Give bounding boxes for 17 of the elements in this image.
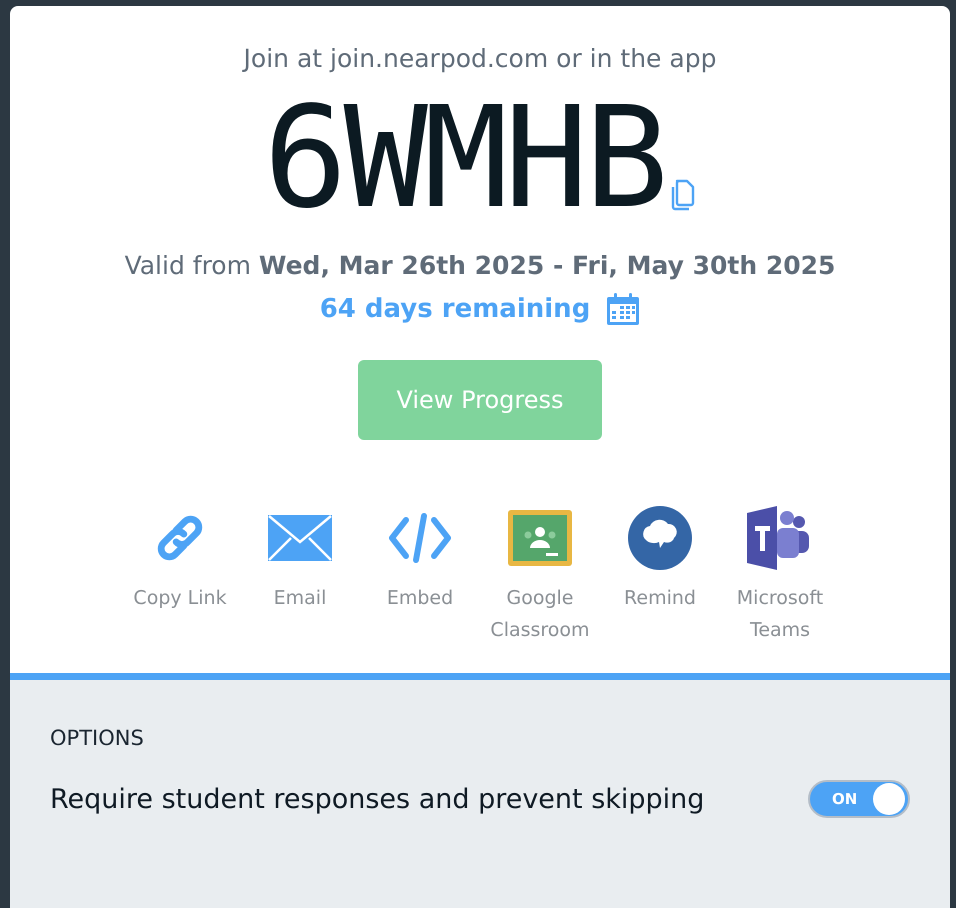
calendar-icon[interactable] bbox=[606, 292, 640, 326]
speech-bubble-icon[interactable] bbox=[628, 506, 692, 570]
share-option-label[interactable]: Google Classroom bbox=[485, 582, 595, 646]
toggle-switch[interactable]: ON bbox=[808, 780, 910, 818]
join-instructions: Join at join.nearpod.com or in the app bbox=[244, 44, 716, 73]
join-code: 6WMHB bbox=[263, 79, 665, 239]
share-option-label[interactable]: Remind bbox=[605, 582, 715, 614]
view-progress-button[interactable]: View Progress bbox=[358, 360, 602, 440]
share-option-label[interactable]: Embed bbox=[365, 582, 475, 614]
share-option-label[interactable]: Email bbox=[245, 582, 355, 614]
option-label: Require student responses and prevent skipping bbox=[50, 784, 704, 814]
share-option-label[interactable]: Microsoft Teams bbox=[725, 582, 835, 646]
options-heading: OPTIONS bbox=[50, 726, 145, 750]
days-remaining: 64 days remaining bbox=[320, 294, 590, 324]
validity-dates: Valid from Wed, Mar 26th 2025 - Fri, May 30th 2025 bbox=[124, 251, 836, 280]
share-option-label[interactable]: Copy Link bbox=[125, 582, 235, 614]
toggle-state-text: ON bbox=[832, 790, 858, 808]
